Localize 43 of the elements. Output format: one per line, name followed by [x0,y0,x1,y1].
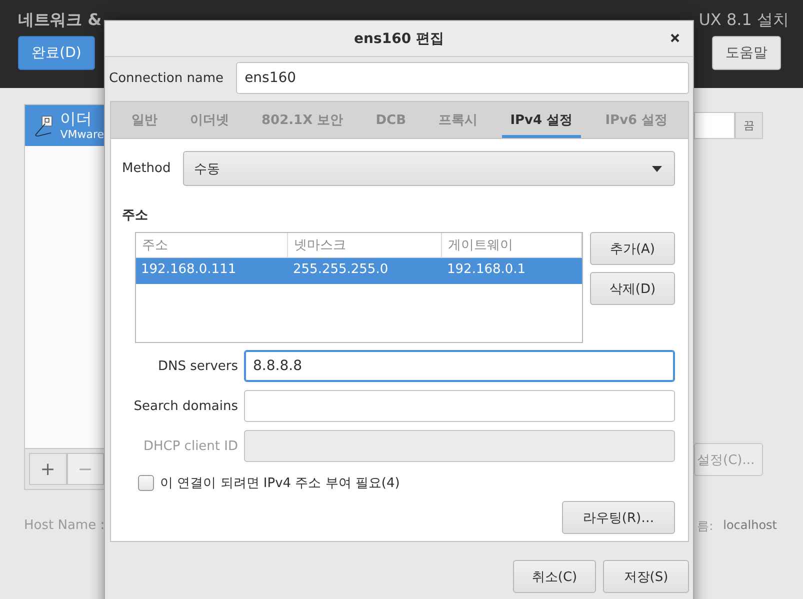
device-vendor: VMware [60,128,104,141]
installer-title: UX 8.1 설치 [698,10,789,30]
current-host-label: 름: [697,518,714,535]
routes-button[interactable]: 라우팅(R)… [562,501,675,534]
host-name-label: Host Name : [24,518,105,535]
off-toggle[interactable]: 끔 [735,112,763,139]
addresses-heading: 주소 [122,207,149,224]
address-row[interactable]: 192.168.0.111 255.255.255.0 192.168.0.1 [136,258,582,284]
field-label: DNS servers [156,358,238,374]
device-item[interactable]: 이더 VMware [25,105,104,146]
settings-tab[interactable]: 802.1X 보안 [253,102,352,138]
settings-tab[interactable]: DCB [368,102,414,138]
input-field[interactable]: 8.8.8.8 [244,350,675,382]
connection-name-label: Connection name [109,70,224,86]
help-button[interactable]: 도움말 [712,36,781,70]
method-label: Method [122,161,171,176]
device-name: 이더 [60,110,94,128]
remove-device-button[interactable]: − [66,453,104,485]
configure-button[interactable]: 설정(C)... [694,443,763,476]
host-name-value: localhost [723,518,777,534]
method-dropdown[interactable]: 수동 [182,151,675,186]
checkbox[interactable] [138,475,154,491]
screen-title: 네트워크 & [18,10,102,30]
settings-tab[interactable]: 이더넷 [182,102,237,138]
add-device-button[interactable]: + [29,453,66,485]
connection-name-field[interactable]: ens160 [236,62,689,94]
settings-tab[interactable]: 프록시 [430,102,486,138]
dialog-title: ens160 편집 [354,30,444,48]
input-field[interactable] [244,390,675,422]
add-address-button[interactable]: 추가(A) [590,232,675,265]
settings-tab[interactable]: 일반 [123,102,166,138]
field-label: Search domains [132,398,238,414]
delete-address-button[interactable]: 삭제(D) [590,272,675,305]
checkbox-label: 이 연결이 되려면 IPv4 주소 부여 필요(4) [160,475,400,492]
field-label: DHCP client ID [142,438,238,454]
done-button[interactable]: 완료(D) [18,36,95,70]
settings-tab[interactable]: IPv6 설정 [597,102,676,138]
cancel-button[interactable]: 취소(C) [513,560,596,593]
table-cell-text: 192.168.0.111 [140,261,238,279]
save-button[interactable]: 저장(S) [603,560,689,593]
table-cell-text: 192.168.0.1 [446,261,527,279]
table-cell-text: 255.255.255.0 [292,261,390,279]
dropdown-caret-icon [652,166,662,172]
